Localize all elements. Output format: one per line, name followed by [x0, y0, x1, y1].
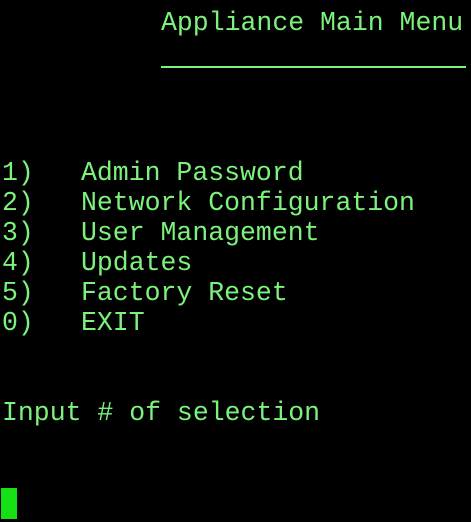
- menu-item-key: 2): [2, 188, 34, 218]
- menu-item-label: Updates: [81, 248, 193, 278]
- menu-item-user-management[interactable]: 3) User Management: [2, 218, 320, 248]
- menu-item-label: Factory Reset: [81, 278, 288, 308]
- menu-item-key: 0): [2, 308, 34, 338]
- menu-item-key: 1): [2, 158, 34, 188]
- terminal-cursor[interactable]: [1, 488, 17, 519]
- menu-item-label: EXIT: [81, 308, 145, 338]
- menu-item-factory-reset[interactable]: 5) Factory Reset: [2, 278, 288, 308]
- title-underline: [161, 66, 466, 68]
- menu-item-label: Network Configuration: [81, 188, 415, 218]
- menu-item-updates[interactable]: 4) Updates: [2, 248, 192, 278]
- menu-item-label: Admin Password: [81, 158, 304, 188]
- menu-item-label: User Management: [81, 218, 320, 248]
- menu-item-key: 5): [2, 278, 34, 308]
- menu-item-exit[interactable]: 0) EXIT: [2, 308, 145, 338]
- selection-prompt: Input # of selection: [2, 398, 321, 428]
- menu-title: Appliance Main Menu: [161, 8, 464, 38]
- menu-item-key: 3): [2, 218, 34, 248]
- menu-item-admin-password[interactable]: 1) Admin Password: [2, 158, 304, 188]
- menu-item-key: 4): [2, 248, 34, 278]
- menu-item-network-configuration[interactable]: 2) Network Configuration: [2, 188, 415, 218]
